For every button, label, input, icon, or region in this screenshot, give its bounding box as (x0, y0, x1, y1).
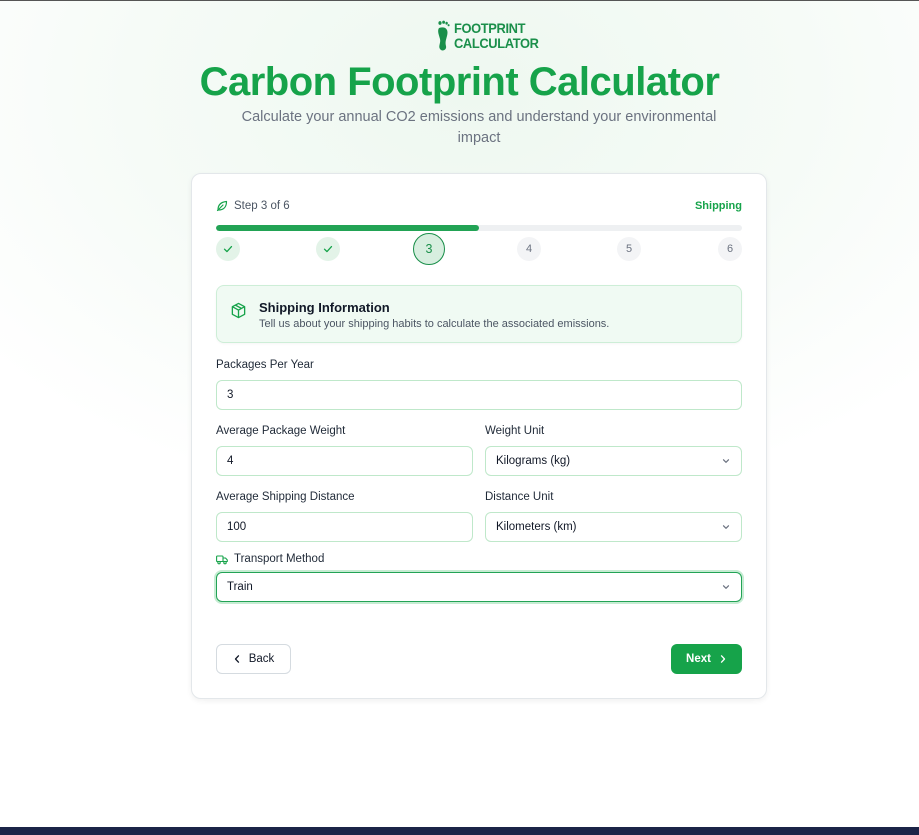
logo-text: FOOTPRINT CALCULATOR (454, 21, 539, 51)
info-box: Shipping Information Tell us about your … (216, 285, 742, 343)
info-description: Tell us about your shipping habits to ca… (259, 318, 610, 330)
page-title: Carbon Footprint Calculator (199, 60, 720, 104)
package-icon (231, 302, 246, 319)
bottom-bar (0, 827, 919, 835)
progress-fill (216, 225, 479, 231)
step-header: Step 3 of 6 Shipping (216, 199, 742, 213)
step-indicator: Step 3 of 6 (216, 200, 290, 212)
transport-value: Train (227, 581, 253, 593)
truck-icon (216, 554, 228, 564)
info-title: Shipping Information (259, 300, 390, 315)
distance-unit-label: Distance Unit (485, 491, 554, 503)
back-button[interactable]: Back (216, 644, 291, 674)
next-label: Next (686, 653, 711, 665)
distance-input[interactable]: 100 (216, 512, 473, 542)
transport-label: Transport Method (216, 553, 324, 565)
top-border (0, 0, 919, 1)
chevron-left-icon (234, 655, 239, 663)
distance-label: Average Shipping Distance (216, 491, 355, 503)
weight-unit-value: Kilograms (kg) (496, 455, 571, 467)
step-dot-4[interactable]: 4 (517, 237, 541, 261)
step-dot-5[interactable]: 5 (617, 237, 641, 261)
transport-select[interactable]: Train (216, 572, 742, 602)
packages-input[interactable]: 3 (216, 380, 742, 410)
footprint-icon (438, 20, 450, 51)
distance-unit-select[interactable]: Kilometers (km) (485, 512, 742, 542)
chevron-down-icon (722, 459, 730, 463)
app-logo[interactable]: FOOTPRINT CALCULATOR (436, 20, 546, 52)
leaf-icon (216, 200, 228, 212)
section-name: Shipping (694, 200, 742, 212)
chevron-down-icon (722, 525, 730, 529)
logo-line-1: FOOTPRINT (454, 20, 526, 36)
step-label: Step 3 of 6 (234, 200, 290, 212)
transport-label-text: Transport Method (234, 553, 325, 565)
check-icon (323, 245, 333, 253)
chevron-down-icon (722, 585, 730, 589)
distance-unit-value: Kilometers (km) (496, 521, 577, 533)
chevron-right-icon (720, 655, 726, 663)
step-dot-2[interactable] (316, 237, 340, 261)
step-dot-1[interactable] (216, 237, 240, 261)
weight-unit-select[interactable]: Kilograms (kg) (485, 446, 742, 476)
page-subtitle: Calculate your annual CO2 emissions and … (241, 109, 717, 146)
weight-unit-label: Weight Unit (485, 425, 545, 437)
step-dot-3[interactable]: 3 (413, 233, 445, 265)
back-label: Back (248, 653, 275, 665)
progress-bar (216, 225, 742, 231)
check-icon (223, 245, 233, 253)
next-button[interactable]: Next (671, 644, 742, 674)
packages-label: Packages Per Year (216, 359, 314, 371)
weight-label: Average Package Weight (216, 425, 346, 437)
step-dot-6[interactable]: 6 (718, 237, 742, 261)
logo-line-2: CALCULATOR (454, 35, 539, 51)
weight-input[interactable]: 4 (216, 446, 473, 476)
